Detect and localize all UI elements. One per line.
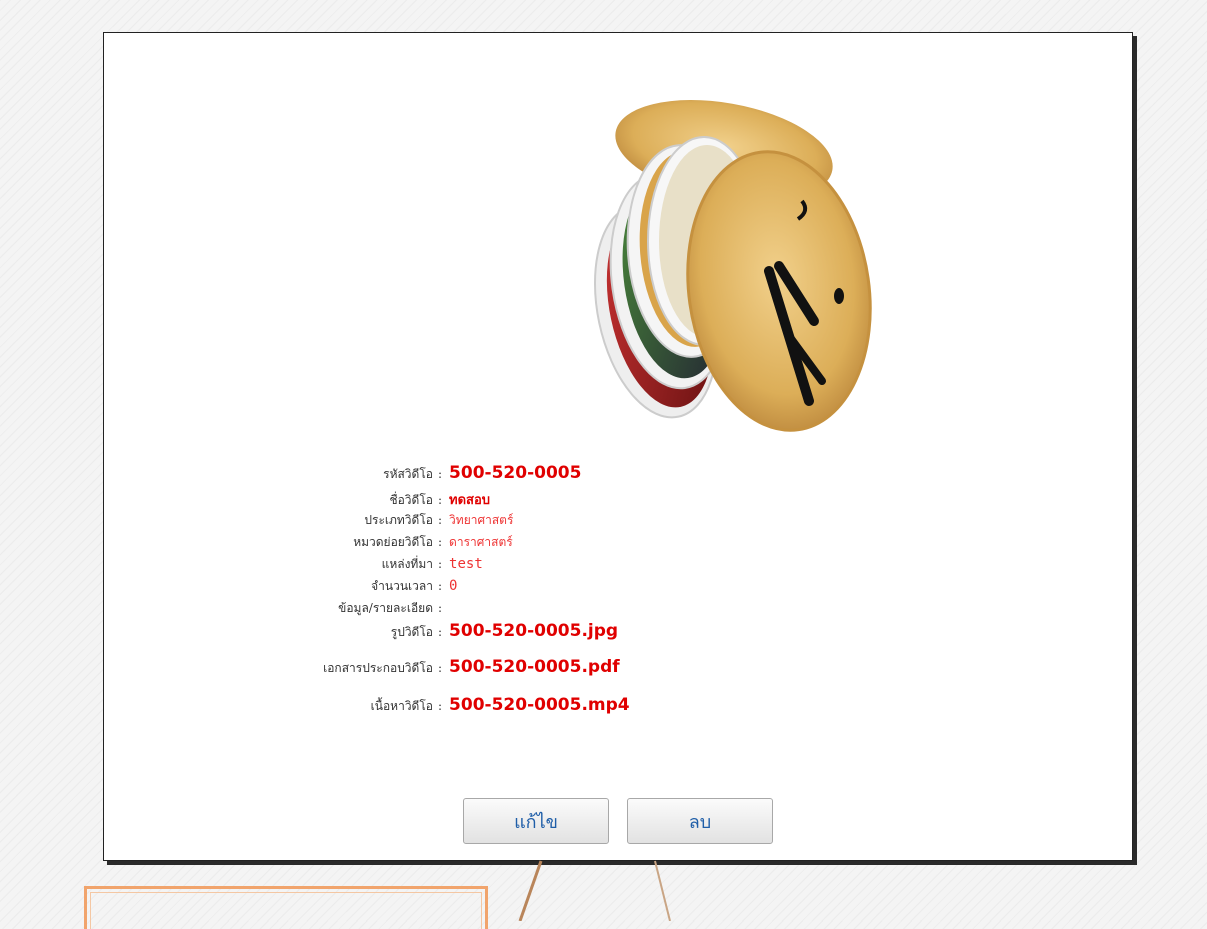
video-cover-image: [593, 100, 872, 432]
field-code-label: รหัสวิดีโอ: [383, 467, 433, 481]
colon: :: [438, 579, 443, 593]
field-type-value: วิทยาศาสตร์: [449, 513, 514, 527]
field-details: ข้อมูล/รายละเอียด :: [104, 599, 449, 618]
field-duration: จำนวนเวลา : 0: [104, 577, 457, 596]
field-source-label: แหล่งที่มา: [381, 557, 433, 571]
field-content: เนื้อหาวิดีโอ : 500-520-0005.mp4: [104, 695, 630, 716]
edit-button[interactable]: แก้ไข: [463, 798, 609, 844]
field-image: รูปวิดีโอ : 500-520-0005.jpg: [104, 621, 618, 642]
field-document: เอกสารประกอบวิดีโอ : 500-520-0005.pdf: [104, 657, 620, 678]
colon: :: [438, 513, 443, 527]
colon: :: [438, 601, 443, 615]
field-image-value[interactable]: 500-520-0005.jpg: [449, 621, 618, 641]
field-source: แหล่งที่มา : test: [104, 555, 483, 574]
field-document-value[interactable]: 500-520-0005.pdf: [449, 657, 620, 677]
video-detail-card: รหัสวิดีโอ : 500-520-0005 ชื่อวิดีโอ : ท…: [103, 32, 1133, 861]
field-code-value: 500-520-0005: [449, 463, 582, 483]
field-name-value: ทดสอบ: [449, 493, 491, 508]
field-subcategory: หมวดย่อยวิดีโอ : ดาราศาสตร์: [104, 533, 513, 552]
field-type: ประเภทวิดีโอ : วิทยาศาสตร์: [104, 511, 513, 530]
field-duration-label: จำนวนเวลา: [371, 579, 433, 593]
field-subcategory-value: ดาราศาสตร์: [449, 535, 513, 549]
field-details-label: ข้อมูล/รายละเอียด: [338, 601, 433, 615]
annotation-callout: [84, 886, 488, 929]
field-name-label: ชื่อวิดีโอ: [389, 493, 433, 507]
colon: :: [438, 493, 443, 507]
field-source-value: test: [449, 556, 483, 572]
field-content-value[interactable]: 500-520-0005.mp4: [449, 695, 630, 715]
edit-pointer-line: [518, 860, 543, 921]
colon: :: [438, 557, 443, 571]
annotation-callout-inner: [90, 892, 482, 929]
colon: :: [438, 535, 443, 549]
delete-pointer-line: [654, 860, 671, 921]
field-duration-value: 0: [449, 578, 458, 594]
field-content-label: เนื้อหาวิดีโอ: [370, 699, 433, 713]
colon: :: [438, 699, 443, 713]
colon: :: [438, 625, 443, 639]
delete-button[interactable]: ลบ: [627, 798, 773, 844]
field-subcategory-label: หมวดย่อยวิดีโอ: [353, 535, 433, 549]
field-document-label: เอกสารประกอบวิดีโอ: [323, 661, 433, 675]
field-code: รหัสวิดีโอ : 500-520-0005: [104, 463, 581, 484]
colon: :: [438, 467, 443, 481]
field-type-label: ประเภทวิดีโอ: [364, 513, 433, 527]
colon: :: [438, 661, 443, 675]
field-image-label: รูปวิดีโอ: [390, 625, 433, 639]
field-name: ชื่อวิดีโอ : ทดสอบ: [104, 489, 490, 510]
